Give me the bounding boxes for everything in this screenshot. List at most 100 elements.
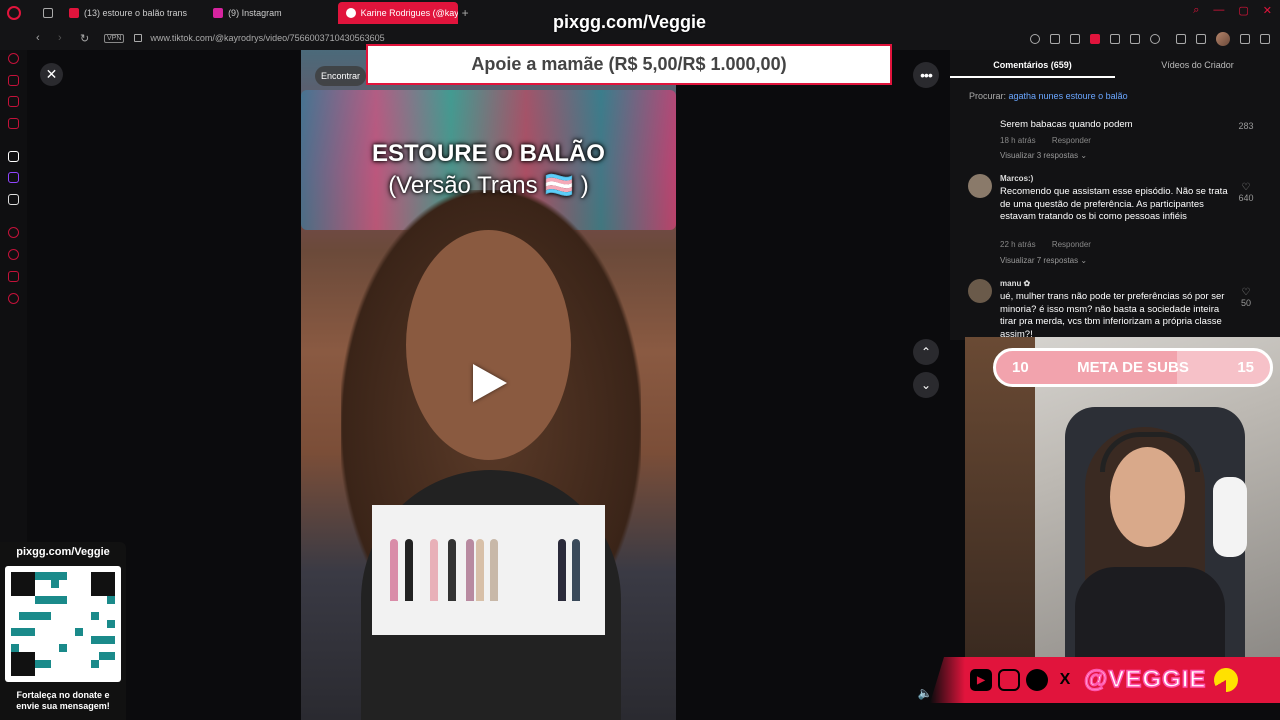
- vpn-badge[interactable]: VPN: [104, 33, 125, 43]
- heart-icon[interactable]: ♡: [1234, 182, 1258, 193]
- avatar[interactable]: [968, 174, 992, 198]
- adblock-shield-icon[interactable]: [1090, 34, 1100, 44]
- heart-icon[interactable]: [1150, 34, 1160, 44]
- qr-module: [91, 580, 99, 588]
- url-field[interactable]: www.tiktok.com/@kayrodrys/video/75660037…: [150, 33, 384, 43]
- comments-search-suggestion[interactable]: Procurar: agatha nunes estoure o balão: [969, 91, 1128, 101]
- sidebar-settings-icon[interactable]: [8, 293, 19, 304]
- qr-module: [35, 612, 43, 620]
- tab-tiktok[interactable]: Karine Rodrigues (@kayr: [337, 2, 458, 24]
- tab-youtube[interactable]: [35, 2, 61, 24]
- close-icon[interactable]: ✕: [40, 63, 63, 86]
- qr-module: [35, 580, 43, 588]
- qr-module: [27, 612, 35, 620]
- previous-video-button[interactable]: ⌃: [913, 339, 939, 365]
- qr-module: [51, 644, 59, 652]
- wallet-icon[interactable]: [1196, 34, 1206, 44]
- tab-instagram[interactable]: (9) Instagram: [205, 2, 290, 24]
- qr-module: [83, 628, 91, 636]
- comment-username[interactable]: Marcos:): [1000, 174, 1033, 183]
- person-figure: [490, 539, 498, 601]
- back-button[interactable]: ‹: [36, 32, 46, 44]
- search-query-link[interactable]: agatha nunes estoure o balão: [1009, 91, 1128, 101]
- qr-module: [27, 668, 35, 676]
- send-icon[interactable]: [1130, 34, 1140, 44]
- sidebar-workspace-icon[interactable]: [8, 75, 19, 86]
- comment-meta: 22 h atrás Responder: [1000, 240, 1091, 249]
- sidebar-aria-icon[interactable]: [8, 53, 19, 64]
- qr-module: [11, 604, 19, 612]
- tab-creator-videos[interactable]: Vídeos do Criador: [1115, 50, 1280, 78]
- qr-module: [59, 588, 67, 596]
- video-caption-line2: (Versão Trans 🏳️‍⚧️ ): [388, 172, 589, 199]
- donation-goal-bar: Apoie a mamãe (R$ 5,00/R$ 1.000,00): [366, 44, 892, 85]
- sidebar-bookmarks-icon[interactable]: [8, 271, 19, 282]
- qr-module: [43, 668, 51, 676]
- like-count[interactable]: 283: [1234, 121, 1258, 131]
- translate-icon[interactable]: [1110, 34, 1120, 44]
- maximize-button[interactable]: ▢: [1238, 4, 1248, 17]
- close-window-button[interactable]: ✕: [1263, 4, 1272, 17]
- qr-module: [19, 660, 27, 668]
- video-player[interactable]: Encontrar ESTOURE O BALÃO (Versão Trans …: [301, 50, 676, 720]
- like-count[interactable]: ♡ 640: [1234, 182, 1258, 203]
- qr-module: [83, 596, 91, 604]
- forward-button[interactable]: ›: [58, 32, 68, 44]
- profile-avatar[interactable]: [1216, 32, 1230, 46]
- qr-module: [59, 660, 67, 668]
- play-icon[interactable]: [473, 364, 507, 402]
- like-count[interactable]: ♡ 50: [1234, 287, 1258, 308]
- person-figure: [390, 539, 398, 601]
- view-replies-button[interactable]: Visualizar 3 respostas ⌄: [1000, 151, 1087, 160]
- pin-icon[interactable]: [1050, 34, 1060, 44]
- comment-time: 18 h atrás: [1000, 136, 1036, 145]
- search-tabs-icon[interactable]: ⌕: [1193, 4, 1199, 17]
- new-tab-button[interactable]: +: [462, 6, 469, 20]
- qr-module: [19, 596, 27, 604]
- qr-module: [59, 652, 67, 660]
- snapshot-icon[interactable]: [1070, 34, 1080, 44]
- qr-module: [83, 652, 91, 660]
- qr-module: [107, 628, 115, 636]
- next-video-button[interactable]: ⌄: [913, 372, 939, 398]
- qr-module: [91, 612, 99, 620]
- tab-comments[interactable]: Comentários (659): [950, 50, 1115, 78]
- download-icon[interactable]: [1240, 34, 1250, 44]
- tab-youtube-video[interactable]: (13) estoure o balão trans: [61, 2, 195, 24]
- search-chip[interactable]: Encontrar: [315, 66, 367, 86]
- qr-module: [35, 596, 43, 604]
- comments-panel: Comentários (659) Vídeos do Criador Proc…: [950, 50, 1280, 340]
- sidebar-x-icon[interactable]: [8, 194, 19, 205]
- qr-module: [51, 636, 59, 644]
- reply-button[interactable]: Responder: [1052, 240, 1091, 249]
- menu-icon[interactable]: [1260, 34, 1270, 44]
- sidebar-player-icon[interactable]: [8, 118, 19, 129]
- minimize-button[interactable]: —: [1213, 4, 1224, 17]
- qr-code: [5, 566, 121, 682]
- person-figure: [430, 539, 438, 601]
- sidebar-messenger-icon[interactable]: [8, 96, 19, 107]
- sidebar-twitch-icon[interactable]: [8, 172, 19, 183]
- streamer-handle: @VEGGIE: [1083, 665, 1207, 694]
- qr-module: [67, 628, 75, 636]
- extensions-icon[interactable]: [1176, 34, 1186, 44]
- sidebar-pinboard-icon[interactable]: [8, 227, 19, 238]
- opera-logo-icon[interactable]: [7, 6, 21, 20]
- qr-module: [35, 588, 43, 596]
- more-options-button[interactable]: •••: [913, 62, 939, 88]
- qr-module: [19, 572, 27, 580]
- sidebar-history-icon[interactable]: [8, 249, 19, 260]
- comment-username[interactable]: manu ✿: [1000, 279, 1030, 288]
- view-replies-button[interactable]: Visualizar 7 respostas ⌄: [1000, 256, 1087, 265]
- reload-icon[interactable]: ↻: [80, 32, 90, 45]
- qr-module: [51, 652, 59, 660]
- heart-icon[interactable]: ♡: [1234, 287, 1258, 298]
- qr-module: [107, 660, 115, 668]
- zoom-icon[interactable]: [1030, 34, 1040, 44]
- video-inset-image: [372, 505, 605, 635]
- qr-module: [83, 604, 91, 612]
- sidebar-tiktok-icon[interactable]: [8, 151, 19, 162]
- reply-button[interactable]: Responder: [1052, 136, 1091, 145]
- avatar[interactable]: [968, 279, 992, 303]
- qr-caption: Fortaleça no donate e envie sua mensagem…: [16, 690, 110, 711]
